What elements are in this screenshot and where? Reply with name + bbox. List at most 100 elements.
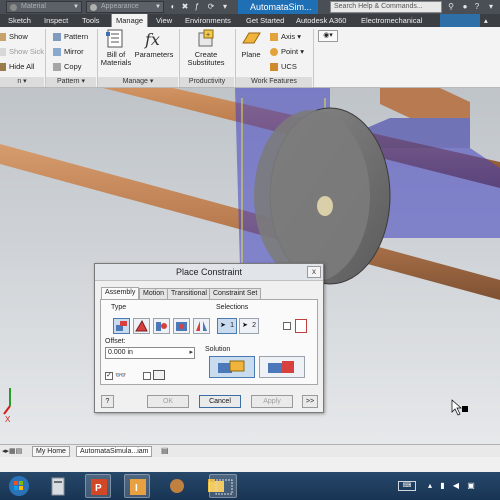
tab-manage[interactable]: Manage xyxy=(111,14,149,27)
plane-button[interactable]: Plane xyxy=(238,29,264,59)
formula-icon[interactable]: ƒ xyxy=(192,2,202,12)
tab-electromechanical[interactable]: Electromechanical xyxy=(361,14,422,27)
cancel-button[interactable]: Cancel xyxy=(199,395,241,408)
update-icon[interactable]: ⟳ xyxy=(206,2,216,12)
keyboard-icon[interactable]: ⌨ xyxy=(398,481,416,491)
mate-icon xyxy=(116,321,127,331)
ucs-button[interactable]: UCS xyxy=(270,61,297,73)
tab-inspect[interactable]: Inspect xyxy=(44,14,68,27)
quick-access-menu-icon[interactable]: ▾ xyxy=(220,2,230,12)
pick-part-first-checkbox[interactable] xyxy=(283,322,291,330)
axis-icon xyxy=(270,33,278,41)
close-icon[interactable]: x xyxy=(307,266,321,278)
axis-button[interactable]: Axis ▾ xyxy=(270,31,301,43)
bill-of-materials-button[interactable]: Bill of Materials xyxy=(99,29,133,67)
flush-solution-button[interactable] xyxy=(259,356,305,378)
adjust-icon[interactable]: ◐ xyxy=(168,2,178,12)
tab-view[interactable]: View xyxy=(156,14,172,27)
selection-1-button[interactable]: ➤ 1 xyxy=(217,318,237,334)
selection-2-button[interactable]: ➤ 2 xyxy=(239,318,259,334)
appearance-select[interactable]: Appearance ▼ xyxy=(86,1,164,13)
dialog-body: Type Selections ➤ 1 ➤ 2 Offset: 0.000 in xyxy=(100,299,318,385)
ribbon-toggle-icon[interactable]: ▴ xyxy=(484,14,488,27)
cursor-badge-icon xyxy=(462,406,468,412)
show-sick-label: Show Sick xyxy=(9,47,45,56)
powerpoint-icon[interactable]: P xyxy=(85,474,111,498)
angle-constraint-button[interactable] xyxy=(133,318,150,334)
windows-taskbar: P I ⌨ ▴ ▮ ◀ ▣ xyxy=(0,472,500,500)
ribbon-overflow-button[interactable]: ◉▾ xyxy=(318,30,338,42)
show-label: Show xyxy=(9,32,28,41)
create-substitutes-icon: + xyxy=(195,29,217,49)
copy-button[interactable]: Copy xyxy=(53,61,82,73)
tab-environments[interactable]: Environments xyxy=(185,14,231,27)
more-icon[interactable]: ▾ xyxy=(486,2,496,12)
document-menu-icon[interactable]: ▤ xyxy=(161,446,171,456)
bom-label-line2: Materials xyxy=(100,58,132,67)
mirror-icon xyxy=(53,48,61,56)
tab-sketch[interactable]: Sketch xyxy=(8,14,31,27)
screen-capture-icon[interactable] xyxy=(209,474,237,498)
tangent-constraint-button[interactable] xyxy=(153,318,170,334)
appearance-swatch-icon xyxy=(90,4,97,11)
point-button[interactable]: Point ▾ xyxy=(270,46,304,58)
material-select[interactable]: Material ▼ xyxy=(6,1,82,13)
tab-extra[interactable] xyxy=(440,14,480,27)
create-substitutes-button[interactable]: + Create Substitutes xyxy=(183,29,229,67)
ucs-icon xyxy=(270,63,278,71)
mate-solution-icon xyxy=(218,360,245,373)
show-icon xyxy=(0,33,6,41)
clear-icon[interactable]: ✖ xyxy=(180,2,190,12)
start-button[interactable] xyxy=(6,474,32,498)
tab-motion[interactable]: Motion xyxy=(139,288,169,299)
document-title: AutomataSim... xyxy=(238,0,318,14)
show-button[interactable]: Show xyxy=(0,31,28,43)
help-icon[interactable]: ? xyxy=(472,2,482,12)
help-button[interactable]: ? xyxy=(101,395,114,408)
type-label: Type xyxy=(111,304,127,311)
chevron-down-icon: ▼ xyxy=(73,4,79,10)
pattern-button[interactable]: Pattern xyxy=(53,31,88,43)
tab-tools[interactable]: Tools xyxy=(82,14,100,27)
mirror-button[interactable]: Mirror xyxy=(53,46,84,58)
automata-document-tab[interactable]: AutomataSimula...iam xyxy=(76,446,153,457)
mate-constraint-button[interactable] xyxy=(113,318,130,334)
axis-label: Axis xyxy=(281,32,296,41)
svg-text:+: + xyxy=(206,32,210,39)
chevron-right-icon[interactable]: ▸ xyxy=(189,348,193,358)
svg-text:P: P xyxy=(95,483,102,494)
tab-get-started[interactable]: Get Started xyxy=(246,14,284,27)
apply-button: Apply xyxy=(251,395,293,408)
panel-footer-pattern[interactable]: Pattern ▾ xyxy=(46,77,96,87)
tab-scroll-icons[interactable]: ◂▸▦▤ xyxy=(2,447,30,456)
panel-footer-productivity: Productivity xyxy=(180,77,234,87)
system-tray-icons[interactable]: ▴ ▮ ◀ ▣ xyxy=(428,480,498,492)
show-preview-checkbox[interactable]: ✓ xyxy=(105,372,113,380)
mate-solution-button[interactable] xyxy=(209,356,255,378)
app-icon[interactable] xyxy=(164,474,190,498)
hide-all-button[interactable]: Hide All xyxy=(0,61,34,73)
my-home-tab[interactable]: My Home xyxy=(32,446,70,457)
search-input[interactable]: Search Help & Commands... xyxy=(330,1,442,13)
panel-footer-left[interactable]: n ▾ xyxy=(0,77,44,87)
inventor-icon[interactable]: I xyxy=(124,474,150,498)
predict-offset-checkbox[interactable] xyxy=(143,372,151,380)
title-bar: Material ▼ Appearance ▼ ◐ ✖ ƒ ⟳ ▾ Automa… xyxy=(0,0,500,14)
panel-footer-work-features: Work Features xyxy=(236,77,312,87)
more-options-button[interactable]: >> xyxy=(302,395,318,408)
symmetry-constraint-button[interactable] xyxy=(193,318,210,334)
panel-footer-manage[interactable]: Manage ▾ xyxy=(98,77,178,87)
tab-transitional[interactable]: Transitional xyxy=(167,288,211,299)
tab-autodesk-a360[interactable]: Autodesk A360 xyxy=(296,14,346,27)
tab-assembly[interactable]: Assembly xyxy=(101,287,140,299)
offset-input[interactable]: 0.000 in ▸ xyxy=(105,347,195,359)
insert-constraint-button[interactable] xyxy=(173,318,190,334)
search-icon[interactable]: ⚲ xyxy=(446,2,456,12)
file-explorer-icon[interactable] xyxy=(46,474,72,498)
user-icon[interactable]: ● xyxy=(460,2,470,12)
tab-constraint-set[interactable]: Constraint Set xyxy=(209,288,262,299)
mouse-cursor-icon xyxy=(451,399,462,416)
hide-all-icon xyxy=(0,63,6,71)
copy-label: Copy xyxy=(64,62,82,71)
parameters-button[interactable]: fx Parameters xyxy=(134,29,174,59)
